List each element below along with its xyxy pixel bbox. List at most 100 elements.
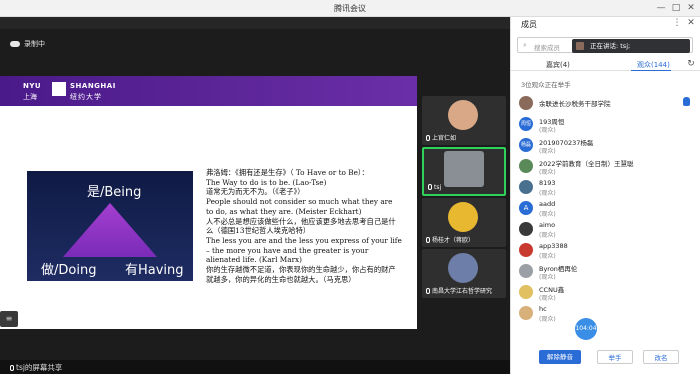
speaking-label: 正在讲话: tsj;	[590, 42, 631, 50]
raise-hand-button[interactable]: 举手	[597, 350, 633, 364]
raised-hands-notice: 3位观众正在举手	[521, 81, 571, 89]
participant-name: 南昌大学江右哲学研究	[432, 288, 493, 295]
close-button[interactable]: ✕	[685, 2, 697, 14]
stage-topbar	[0, 17, 510, 29]
avatar	[519, 180, 533, 194]
member-role: (观众)	[539, 127, 556, 134]
avatar	[519, 243, 533, 257]
recording-label: 录制中	[24, 40, 45, 48]
title-bar: 腾讯会议 — □ ✕	[0, 0, 700, 17]
members-panel: 成员 ⋮ ✕ ⌕ 搜索成员 正在讲话: tsj; 嘉宾(4) 观众(144) ↻…	[510, 17, 700, 374]
mic-icon	[428, 184, 432, 190]
member-name: 8193	[539, 179, 556, 187]
list-item[interactable]: 余联进长沙税务干部学院	[511, 94, 700, 114]
speaker-avatar	[576, 42, 584, 50]
member-tabs: 嘉宾(4) 观众(144) ↻	[511, 58, 700, 71]
member-role: (观众)	[539, 232, 556, 239]
participant-name: 上官仁如	[432, 135, 457, 142]
list-item[interactable]: 周恒 193周恒 (观众)	[511, 115, 700, 135]
list-item[interactable]: app3388 (观众)	[511, 241, 700, 261]
pyramid-being-label: 是/Being	[87, 185, 142, 200]
tab-audience[interactable]: 观众(144)	[637, 60, 670, 70]
tab-guests[interactable]: 嘉宾(4)	[546, 60, 570, 70]
video-tile[interactable]: 上官仁如	[422, 96, 506, 145]
avatar	[448, 100, 478, 130]
avatar	[519, 159, 533, 173]
quote-line: 道常无为而无不为。（《老子》）	[206, 187, 305, 197]
list-item[interactable]: A aadd (观众)	[511, 199, 700, 219]
window-title: 腾讯会议	[334, 4, 366, 13]
list-item[interactable]: CCNU鑫 (观众)	[511, 283, 700, 303]
pyramid-doing-label: 做/Doing	[41, 263, 97, 278]
avatar	[519, 306, 533, 320]
quote-line: 人不必总是想应该做些什么，他应该更多地去思考自己是什么（德国13世纪哲人埃克哈特…	[206, 216, 396, 236]
list-item[interactable]: Byron栖再伦 (观众)	[511, 262, 700, 282]
cloud-record-icon	[10, 41, 20, 47]
list-item[interactable]: 8193 (观众)	[511, 178, 700, 198]
screen-share-label: tsj的屏幕共享	[16, 363, 63, 372]
rename-button[interactable]: 改名	[643, 350, 679, 364]
list-item[interactable]: 2022学前教育（全日制）王慧聪 (观众)	[511, 157, 700, 177]
recording-indicator[interactable]: 录制中	[10, 39, 45, 49]
slide-quote-text: 弗洛姆：《拥有还是生存》（ To Have or to Be）： The Way…	[206, 168, 402, 284]
member-role: (观众)	[539, 295, 556, 302]
list-item[interactable]: 杨磊 2019070237杨磊 (观众)	[511, 136, 700, 156]
nyu-logo-icon	[52, 82, 66, 96]
search-icon: ⌕	[523, 41, 527, 49]
maximize-button[interactable]: □	[670, 2, 682, 14]
quote-line: People should not consider so much what …	[206, 197, 393, 216]
avatar: 杨磊	[519, 138, 533, 152]
member-name: aadd	[539, 200, 556, 208]
pyramid-figure: 是/Being 做/Doing 有Having	[27, 171, 193, 281]
refresh-icon[interactable]: ↻	[685, 58, 697, 70]
avatar	[519, 96, 533, 110]
minimize-button[interactable]: —	[655, 2, 667, 14]
timer-badge[interactable]: 104:04	[575, 318, 597, 340]
avatar	[448, 253, 478, 283]
member-role: (观众)	[539, 190, 556, 197]
member-role: (观众)	[539, 148, 556, 155]
slide-menu-button[interactable]: ≡	[0, 311, 18, 327]
shared-slide: NYU 上海 SHANGHAI 纽约大学 是/Being 做/Doing 有Ha…	[0, 76, 417, 329]
avatar	[519, 285, 533, 299]
video-tile-active-speaker[interactable]: tsj	[422, 147, 506, 196]
quote-line: The less you are and the less you expres…	[206, 235, 402, 265]
brand-shanghai: SHANGHAI	[70, 82, 116, 90]
list-item[interactable]: hc (观众)	[511, 304, 700, 324]
panel-title: 成员	[521, 20, 537, 29]
member-name: 余联进长沙税务干部学院	[539, 100, 611, 108]
member-name: aimo	[539, 221, 556, 229]
pyramid-having-label: 有Having	[125, 263, 184, 278]
avatar	[448, 202, 478, 232]
speaking-indicator: 正在讲话: tsj;	[572, 39, 690, 53]
tab-underline	[631, 70, 671, 71]
screen-share-bar: tsj的屏幕共享	[0, 360, 510, 374]
meeting-stage: 录制中 NYU 上海 SHANGHAI 纽约大学 是/Being 做/Doing	[0, 17, 510, 360]
panel-footer: 解除静音 举手 改名	[511, 344, 700, 374]
brand-shanghai-cn: 纽约大学	[70, 93, 102, 101]
member-search-input[interactable]: ⌕ 搜索成员 正在讲话: tsj;	[517, 37, 693, 53]
member-role: (观众)	[539, 316, 556, 323]
quote-line: The Way to do is to be. (Lao-Tse)	[206, 177, 327, 187]
mic-icon	[426, 237, 430, 243]
unmute-all-button[interactable]: 解除静音	[539, 350, 581, 364]
video-tile[interactable]: 南昌大学江右哲学研究	[422, 249, 506, 298]
member-name: app3388	[539, 242, 568, 250]
mic-icon	[426, 288, 430, 294]
participant-name: 杨桂才（蒋欧）	[432, 237, 475, 244]
member-role: (观众)	[539, 253, 556, 260]
member-role: (观众)	[539, 211, 556, 218]
raised-hand-icon	[683, 97, 690, 106]
quote-line: 你的生存越微不足道，你表现你的生命越少，你占有的财产就越多，你的异化的生命也就越…	[206, 265, 396, 284]
avatar	[519, 264, 533, 278]
close-panel-icon[interactable]: ✕	[685, 17, 697, 29]
list-item[interactable]: aimo (观众)	[511, 220, 700, 240]
more-icon[interactable]: ⋮	[671, 17, 683, 29]
video-tile[interactable]: 杨桂才（蒋欧）	[422, 198, 506, 247]
slide-header: NYU 上海 SHANGHAI 纽约大学	[0, 76, 417, 106]
video-feed	[444, 151, 484, 187]
mic-icon	[10, 365, 14, 371]
member-role: (观众)	[539, 169, 556, 176]
avatar	[519, 222, 533, 236]
participant-name: tsj	[434, 184, 442, 191]
